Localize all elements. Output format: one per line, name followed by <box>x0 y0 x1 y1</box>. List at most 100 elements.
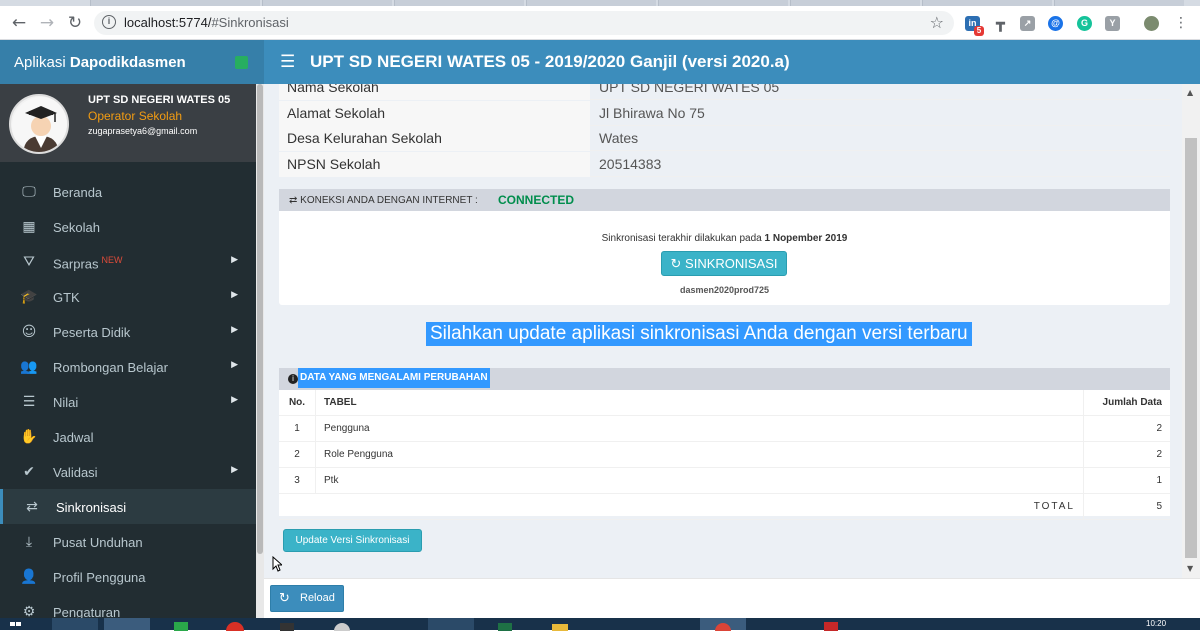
sidebar-item-label: Nilai <box>53 395 79 410</box>
sidebar-item-label: Sarpras NEW <box>53 255 123 272</box>
school-info-value: Jl Bhirawa No 75 <box>599 104 705 121</box>
sidebar-item-rombongan-belajar[interactable]: 👥 Rombongan Belajar ▶ <box>0 349 256 384</box>
profile-avatar-icon[interactable] <box>1144 16 1159 31</box>
sidebar-item-validasi[interactable]: ✔ Validasi ▶ <box>0 454 256 489</box>
caret-right-icon: ▶ <box>231 290 238 300</box>
graduation-cap-icon: 🎓 <box>20 289 38 305</box>
caret-right-icon: ▶ <box>231 255 238 265</box>
reload-page-icon[interactable]: ↻ <box>64 12 86 34</box>
table-row: 3 Ptk 1 <box>279 468 1170 494</box>
sidebar-scrollbar[interactable] <box>256 84 264 630</box>
school-info-row: Alamat Sekolah Jl Bhirawa No 75 <box>279 100 1170 126</box>
avatar <box>9 94 69 154</box>
taskbar-app-green[interactable] <box>160 618 206 631</box>
taskbar-app-folder[interactable] <box>538 618 584 631</box>
address-bar[interactable]: i localhost:5774/#Sinkronisasi ☆ <box>94 11 954 35</box>
caret-right-icon: ▶ <box>231 360 238 370</box>
taskbar-app-ball[interactable] <box>320 618 366 636</box>
sidebar-item-pusat-unduhan[interactable]: ⤓ Pusat Unduhan <box>0 524 256 559</box>
sidebar-item-beranda[interactable]: 🖵 Beranda <box>0 174 256 209</box>
sidebar-item-sinkronisasi[interactable]: ⇄ Sinkronisasi <box>0 489 256 524</box>
row-count: 1 <box>1083 468 1170 494</box>
content-scrollbar[interactable]: ▲ ▼ <box>1182 84 1200 578</box>
hand-icon: ✋ <box>20 429 38 445</box>
sidebar-item-nilai[interactable]: ☰ Nilai ▶ <box>0 384 256 419</box>
road-icon: ⛛ <box>23 254 35 270</box>
sync-button[interactable]: ↻ SINKRONISASI <box>661 251 787 276</box>
start-button[interactable] <box>6 618 30 630</box>
taskbar-app-red[interactable] <box>212 618 258 636</box>
school-info-row: NPSN Sekolah 20514383 <box>279 151 1170 177</box>
update-version-button[interactable]: Update Versi Sinkronisasi <box>283 529 422 552</box>
main-content: Nama Sekolah UPT SD NEGERI WATES 05 Alamat… <box>264 84 1182 578</box>
caret-right-icon: ▶ <box>231 325 238 335</box>
table-row: 1 Pengguna 2 <box>279 416 1170 442</box>
scroll-up-icon[interactable]: ▲ <box>1187 88 1193 97</box>
bookmark-star-icon[interactable]: ☆ <box>930 13 944 32</box>
status-square-icon <box>235 56 248 69</box>
page-title: UPT SD NEGERI WATES 05 - 2019/2020 Ganji… <box>310 52 790 71</box>
taskbar-app-dark[interactable] <box>266 618 312 631</box>
sidebar-item-profil-pengguna[interactable]: 👤 Profil Pengguna <box>0 559 256 594</box>
taskbar: 10:20 <box>0 618 1200 636</box>
scroll-down-icon[interactable]: ▼ <box>1187 564 1193 573</box>
sidebar-item-jadwal[interactable]: ✋ Jadwal <box>0 419 256 454</box>
reload-button[interactable]: ↻ Reload <box>270 585 344 612</box>
user-icon: 👤 <box>20 569 38 585</box>
taskbar-app-explorer[interactable] <box>104 618 150 630</box>
sidebar-item-label: Beranda <box>53 185 103 200</box>
check-icon: ✔ <box>23 464 35 480</box>
update-message: Silahkan update aplikasi sinkronisasi An… <box>426 322 972 346</box>
taskbar-app-access[interactable] <box>808 618 854 631</box>
info-icon[interactable]: i <box>102 15 116 29</box>
refresh-icon: ↻ <box>279 591 290 606</box>
row-no: 2 <box>294 449 300 460</box>
extension-y-icon[interactable]: Y <box>1105 16 1120 31</box>
download-icon: ⤓ <box>25 534 33 550</box>
sidebar-item-label: GTK <box>53 290 80 305</box>
forward-icon[interactable]: → <box>36 12 58 34</box>
row-count: 2 <box>1083 442 1170 468</box>
users-icon: 👥 <box>20 359 38 375</box>
taskbar-clock: 10:20 <box>1146 619 1167 628</box>
sidebar-item-label: Sinkronisasi <box>56 500 127 515</box>
list-icon: ☰ <box>22 394 36 410</box>
taskbar-app-chrome[interactable] <box>700 618 746 636</box>
school-info-value: UPT SD NEGERI WATES 05 <box>599 84 780 95</box>
user-panel: UPT SD NEGERI WATES 05 Operator Sekolah … <box>0 84 256 162</box>
table-header: No. TABEL Jumlah Data <box>279 390 1170 416</box>
taskbar-app-excel[interactable] <box>484 618 530 631</box>
sidebar-item-label: Sekolah <box>53 220 100 235</box>
row-table: Role Pengguna <box>315 442 1083 468</box>
caret-right-icon: ▶ <box>231 465 238 475</box>
sidebar-item-label: Profil Pengguna <box>53 570 146 585</box>
monitor-icon: 🖵 <box>22 184 36 200</box>
extension-chart-icon[interactable]: ↗ <box>1020 16 1035 31</box>
sidebar-item-peserta-didik[interactable]: ☺ Peserta Didik ▶ <box>0 314 256 349</box>
app-brand[interactable]: Aplikasi Dapodikdasmen <box>0 40 264 84</box>
taskbar-app-browser[interactable] <box>52 618 98 630</box>
sidebar-item-gtk[interactable]: 🎓 GTK ▶ <box>0 279 256 314</box>
changes-title: DATA YANG MENGALAMI PERUBAHAN <box>298 368 490 388</box>
footer: ↻ Reload <box>264 578 1200 618</box>
school-info-key: NPSN Sekolah <box>287 155 381 172</box>
hamburger-menu-icon[interactable]: ☰ <box>280 52 295 72</box>
exchange-icon: ⇄ <box>26 499 38 515</box>
total-row: TOTAL 5 <box>279 494 1170 520</box>
school-info-value: 20514383 <box>599 155 662 172</box>
user-role: Operator Sekolah <box>88 109 183 123</box>
sidebar-item-sekolah[interactable]: ▦ Sekolah <box>0 209 256 244</box>
new-badge: NEW <box>101 255 123 265</box>
extension-bookmark-icon[interactable]: ┳ <box>993 16 1008 31</box>
taskbar-app-word[interactable] <box>428 618 474 630</box>
connection-box: ⇄ KONEKSI ANDA DENGAN INTERNET : CONNECT… <box>279 189 1170 305</box>
info-circle-icon: i <box>288 374 298 384</box>
back-icon[interactable]: ← <box>8 12 30 34</box>
extension-at-icon[interactable]: @ <box>1048 16 1063 31</box>
sidebar: UPT SD NEGERI WATES 05 Operator Sekolah … <box>0 84 256 630</box>
connection-label: KONEKSI ANDA DENGAN INTERNET : <box>300 195 478 206</box>
sidebar-item-sarpras[interactable]: ⛛ Sarpras NEW ▶ <box>0 244 256 279</box>
browser-menu-icon[interactable]: ⋮ <box>1170 12 1192 34</box>
row-table: Pengguna <box>315 416 1083 442</box>
extension-grammarly-icon[interactable]: G <box>1077 16 1092 31</box>
